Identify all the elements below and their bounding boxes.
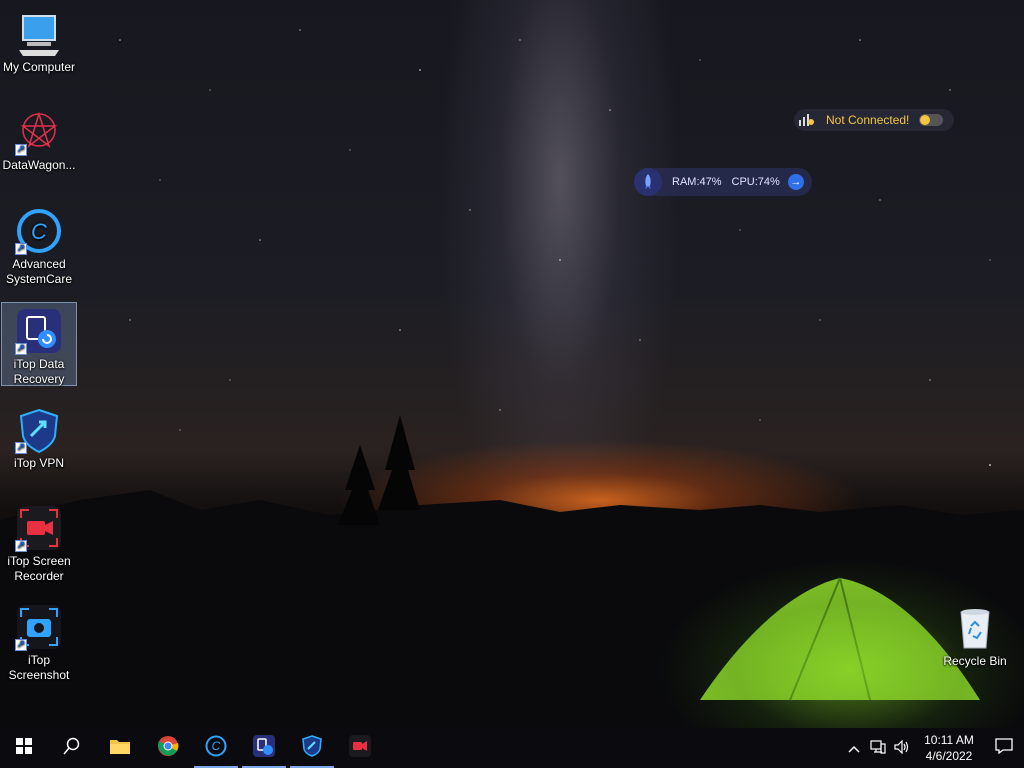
itop-data-recovery-icon: ↗ bbox=[15, 307, 63, 355]
taskbar-chrome[interactable] bbox=[144, 728, 192, 768]
taskbar-clock[interactable]: 10:11 AM 4/6/2022 bbox=[914, 732, 984, 764]
vpn-status-widget[interactable]: Not Connected! bbox=[794, 109, 954, 131]
desktop-icon-my-computer[interactable]: My Computer bbox=[1, 6, 77, 75]
desktop-icon-label: DataWagon... bbox=[2, 158, 76, 172]
itop-screenshot-icon: ↗ bbox=[15, 603, 63, 651]
svg-text:C: C bbox=[212, 739, 221, 753]
shortcut-arrow-icon: ↗ bbox=[15, 639, 27, 651]
chevron-up-icon[interactable] bbox=[842, 741, 866, 756]
vpn-status-text: Not Connected! bbox=[826, 113, 910, 127]
ram-usage: RAM:47% bbox=[672, 176, 722, 188]
itop-screen-recorder-icon: ↗ bbox=[15, 504, 63, 552]
notification-center-button[interactable] bbox=[984, 728, 1024, 768]
desktop-icon-label: Advanced SystemCare bbox=[5, 257, 73, 286]
windows-start-icon bbox=[16, 737, 32, 759]
notification-icon bbox=[995, 737, 1013, 759]
start-button[interactable] bbox=[0, 728, 48, 768]
desktop-icon-itop-screenshot[interactable]: ↗ iTop Screenshot bbox=[1, 599, 77, 683]
taskbar-itop-screen-recorder[interactable] bbox=[336, 728, 384, 768]
desktop-icon-itop-vpn[interactable]: ↗ iTop VPN bbox=[1, 402, 77, 471]
taskbar-itop-vpn[interactable] bbox=[288, 728, 336, 768]
desktop-icon-label: iTop VPN bbox=[13, 456, 65, 470]
itop-screen-recorder-icon bbox=[349, 734, 371, 762]
advanced-systemcare-icon: C ↗ bbox=[15, 207, 63, 255]
desktop-icon-itop-screen-recorder[interactable]: ↗ iTop Screen Recorder bbox=[1, 500, 77, 584]
desktop-icon-recycle-bin[interactable]: Recycle Bin bbox=[937, 600, 1013, 669]
shortcut-arrow-icon: ↗ bbox=[15, 343, 27, 355]
network-icon[interactable] bbox=[866, 739, 890, 757]
vpn-toggle[interactable] bbox=[919, 114, 944, 126]
datawagon-icon: ↗ bbox=[15, 108, 63, 156]
desktop-icon-label: iTop Data Recovery bbox=[13, 357, 65, 386]
desktop-icon-label: iTop Screenshot bbox=[8, 653, 70, 682]
chrome-icon bbox=[157, 735, 179, 762]
shortcut-arrow-icon: ↗ bbox=[15, 243, 27, 255]
desktop-icon-label: My Computer bbox=[2, 60, 76, 74]
desktop-icon-datawagon[interactable]: ↗ DataWagon... bbox=[1, 104, 77, 173]
taskbar-itop-data-recovery[interactable] bbox=[240, 728, 288, 768]
rocket-icon[interactable] bbox=[634, 168, 662, 196]
folder-icon bbox=[109, 737, 131, 760]
search-icon bbox=[63, 737, 81, 760]
taskbar-file-explorer[interactable] bbox=[96, 728, 144, 768]
system-tray: 10:11 AM 4/6/2022 bbox=[842, 728, 1024, 768]
taskbar-advanced-systemcare[interactable]: C bbox=[192, 728, 240, 768]
clock-date: 4/6/2022 bbox=[925, 749, 973, 763]
desktop-icon-advanced-systemcare[interactable]: C ↗ Advanced SystemCare bbox=[1, 203, 77, 287]
recycle-bin-icon bbox=[951, 604, 999, 652]
desktop-icon-label: iTop Screen Recorder bbox=[7, 554, 71, 583]
desktop-icon-label: Recycle Bin bbox=[943, 654, 1007, 668]
volume-icon[interactable] bbox=[890, 739, 914, 757]
arrow-right-icon[interactable]: → bbox=[787, 174, 804, 190]
clock-time: 10:11 AM bbox=[924, 733, 974, 747]
desktop-icon-itop-data-recovery[interactable]: ↗ iTop Data Recovery bbox=[1, 302, 77, 386]
itop-vpn-icon bbox=[301, 734, 323, 762]
advanced-systemcare-icon: C bbox=[205, 735, 227, 762]
itop-vpn-icon: ↗ bbox=[15, 406, 63, 454]
cpu-usage: CPU:74% bbox=[731, 176, 780, 188]
itop-data-recovery-icon bbox=[253, 734, 275, 762]
svg-text:C: C bbox=[31, 219, 47, 244]
search-button[interactable] bbox=[48, 728, 96, 768]
shortcut-arrow-icon: ↗ bbox=[15, 540, 27, 552]
performance-widget[interactable]: RAM:47% CPU:74% → bbox=[634, 168, 812, 196]
shortcut-arrow-icon: ↗ bbox=[15, 144, 27, 156]
computer-icon bbox=[15, 10, 63, 58]
shortcut-arrow-icon: ↗ bbox=[15, 442, 27, 454]
taskbar: C 10:11 AM 4/6/2022 bbox=[0, 728, 1024, 768]
signal-warning-icon bbox=[798, 112, 816, 129]
